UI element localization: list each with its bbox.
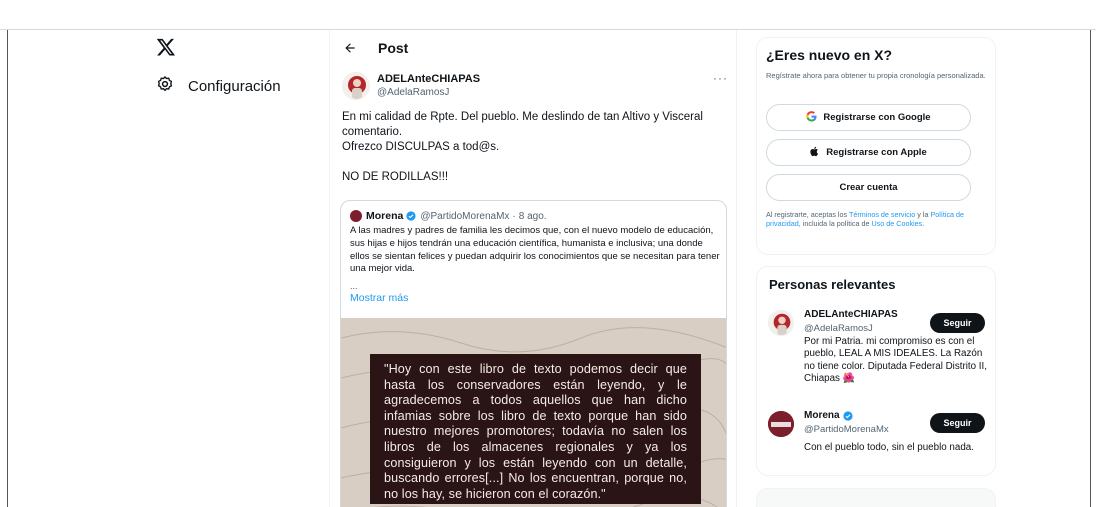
morena-logo-icon	[768, 411, 794, 437]
nav-settings[interactable]: Configuración	[156, 75, 281, 98]
x-logo-icon[interactable]	[156, 37, 176, 57]
quoted-date[interactable]: 8 ago.	[519, 211, 547, 222]
author-handle[interactable]: @AdelaRamosJ	[377, 87, 449, 98]
post-column: Post ADELAnteCHIAPAS @AdelaRamosJ ··· En…	[329, 30, 737, 507]
post-text-line	[342, 155, 730, 170]
signup-card: ¿Eres nuevo en X? Regístrate ahora para …	[756, 37, 996, 255]
person-name-row: Morena	[804, 410, 853, 421]
person-handle[interactable]: @AdelaRamosJ	[804, 323, 873, 334]
legal-text: .	[922, 219, 925, 229]
verified-badge-icon	[406, 211, 416, 221]
google-icon	[806, 110, 823, 125]
post-text-line: Ofrezco DISCULPAS a tod@s.	[342, 141, 500, 153]
create-account-button[interactable]: Crear cuenta	[766, 174, 971, 201]
legal-text: , incluida la política de	[798, 219, 872, 229]
quoted-post[interactable]: Morena @PartidoMorenaMx · 8 ago. A las m…	[340, 200, 727, 507]
person-bio: Por mi Patria. mi compromiso es con el p…	[804, 336, 987, 385]
author-name[interactable]: ADELAnteCHIAPAS	[377, 73, 480, 85]
quoted-image[interactable]: "Hoy con este libro de texto podemos dec…	[341, 318, 726, 507]
sidebar-card-partial	[756, 488, 996, 507]
follow-button[interactable]: Seguir	[930, 413, 985, 433]
quoted-post-header: Morena @PartidoMorenaMx · 8 ago.	[350, 209, 547, 223]
cookies-link[interactable]: Uso de Cookies	[871, 219, 922, 228]
person-name[interactable]: Morena	[804, 410, 840, 421]
nav-settings-label: Configuración	[188, 77, 281, 95]
person-handle[interactable]: @PartidoMorenaMx	[804, 424, 889, 435]
post-text-line: comentario.	[342, 126, 403, 138]
window-edge-left	[7, 30, 8, 507]
quoted-ellipsis: ...	[350, 281, 358, 291]
legal-text: Al registrarte, aceptas los	[766, 210, 849, 219]
signup-subtitle: Regístrate ahora para obtener tu propia …	[766, 71, 986, 80]
apple-icon	[810, 146, 826, 160]
relevant-title: Personas relevantes	[769, 277, 896, 292]
browser-top-bar	[0, 0, 1096, 30]
arrow-left-icon[interactable]	[340, 38, 360, 58]
signup-google-button[interactable]: Registrarse con Google	[766, 104, 971, 131]
window-edge-right	[1090, 30, 1091, 507]
quoted-author-handle[interactable]: @PartidoMorenaMx	[420, 211, 509, 222]
signup-legal-text: Al registrarte, aceptas los Términos de …	[766, 210, 988, 228]
signup-google-label: Registrarse con Google	[823, 112, 931, 123]
show-more-link[interactable]: Mostrar más	[350, 292, 408, 304]
signup-title: ¿Eres nuevo en X?	[766, 47, 893, 63]
create-account-label: Crear cuenta	[839, 182, 898, 193]
person-name[interactable]: ADELAnteCHIAPAS	[804, 309, 898, 320]
post-text-line: En mi calidad de Rpte. Del pueblo. Me de…	[342, 111, 703, 123]
quoted-author-name[interactable]: Morena	[366, 210, 403, 222]
quoted-text: A las madres y padres de familia les dec…	[350, 225, 720, 275]
legal-text: y la	[915, 210, 931, 219]
post-text-line: NO DE RODILLAS!!!	[342, 171, 449, 183]
more-options-icon[interactable]: ···	[713, 71, 728, 85]
verified-badge-icon	[842, 410, 853, 421]
relevant-people-card: Personas relevantes ADELAnteCHIAPAS @Ade…	[756, 266, 996, 476]
author-avatar[interactable]	[342, 72, 370, 100]
quoted-avatar[interactable]	[350, 210, 362, 222]
follow-button[interactable]: Seguir	[930, 313, 985, 333]
post-text: En mi calidad de Rpte. Del pueblo. Me de…	[342, 110, 730, 185]
gear-icon	[156, 75, 174, 98]
person-bio: Con el pueblo todo, sin el pueblo nada.	[804, 442, 974, 453]
image-quote-text: "Hoy con este libro de texto podemos dec…	[370, 354, 701, 504]
avatar[interactable]	[768, 310, 794, 336]
separator-dot: ·	[512, 210, 516, 222]
page-title: Post	[378, 40, 409, 56]
post-header: Post	[340, 38, 408, 58]
avatar[interactable]	[768, 411, 794, 437]
terms-link[interactable]: Términos de servicio	[849, 210, 915, 219]
signup-apple-button[interactable]: Registrarse con Apple	[766, 139, 971, 166]
signup-apple-label: Registrarse con Apple	[826, 147, 927, 158]
